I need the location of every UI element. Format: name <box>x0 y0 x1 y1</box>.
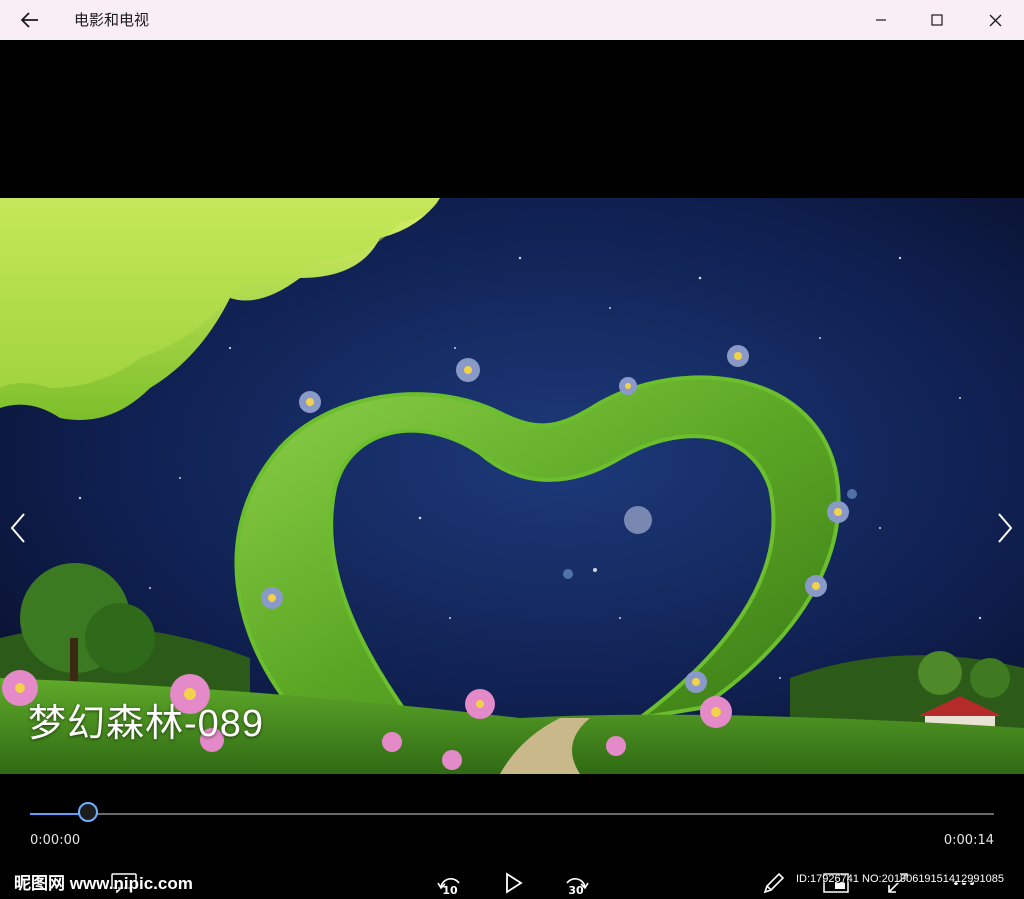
seek-bar[interactable] <box>30 802 994 822</box>
arrow-left-icon <box>21 12 38 28</box>
site-watermark: 昵图网 www.nipic.com <box>14 874 193 893</box>
seek-thumb[interactable] <box>78 802 98 822</box>
app-title: 电影和电视 <box>74 11 150 29</box>
close-icon <box>989 14 1001 26</box>
movies-tv-window: 电影和电视 梦幻森林-089 0:00:00 0:00:14 10 30 昵图网… <box>0 0 1024 899</box>
play-icon <box>506 872 523 894</box>
pencil-icon <box>763 872 785 894</box>
id-watermark: ID:17926741 NO:20190619151412991085 <box>796 873 1004 885</box>
next-video-button[interactable] <box>990 508 1020 548</box>
chevron-right-icon <box>998 513 1013 543</box>
edit-button[interactable] <box>754 867 794 899</box>
video-subtitle: 梦幻森林-089 <box>28 703 265 745</box>
minimize-button[interactable] <box>852 0 910 40</box>
playback-controls: 0:00:00 0:00:14 10 30 昵图网 www.nipic.com … <box>0 775 1024 899</box>
close-button[interactable] <box>966 0 1024 40</box>
skip-back-label: 10 <box>442 884 458 897</box>
back-button[interactable] <box>0 0 60 40</box>
total-time: 0:00:14 <box>943 833 994 848</box>
play-button[interactable] <box>494 867 534 899</box>
current-time: 0:00:00 <box>30 833 81 848</box>
previous-video-button[interactable] <box>3 508 33 548</box>
video-frame: 梦幻森林-089 <box>0 198 1024 774</box>
maximize-icon <box>931 14 943 26</box>
video-player[interactable]: 梦幻森林-089 <box>0 40 1024 800</box>
skip-forward-label: 30 <box>568 884 584 897</box>
minimize-icon <box>876 19 886 21</box>
video-scene-image <box>0 198 1024 774</box>
chevron-left-icon <box>10 513 25 543</box>
maximize-button[interactable] <box>908 0 966 40</box>
skip-back-button[interactable]: 10 <box>430 867 470 899</box>
skip-forward-button[interactable]: 30 <box>556 867 596 899</box>
title-bar: 电影和电视 <box>0 0 1024 40</box>
